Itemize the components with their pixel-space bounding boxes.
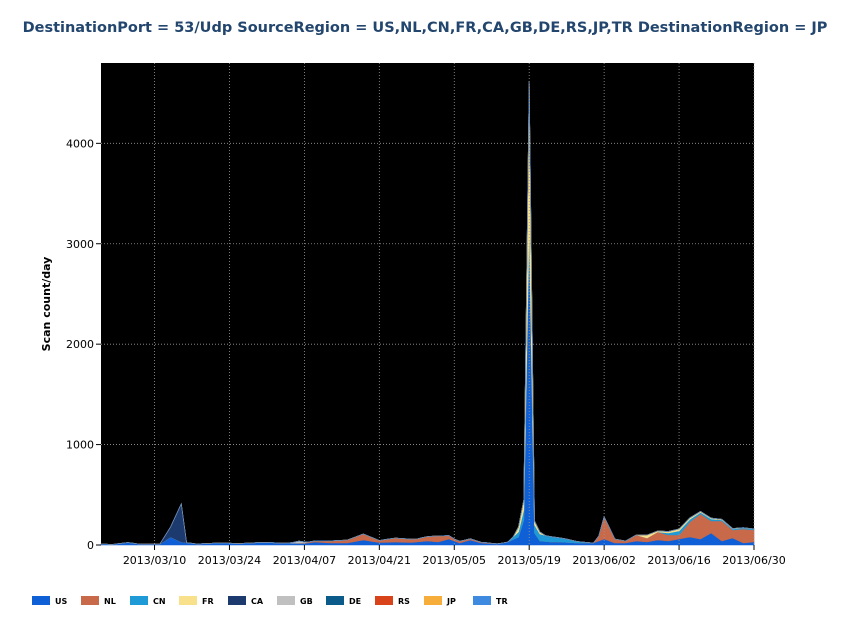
legend-label-ca: CA	[251, 597, 264, 606]
legend: US NL CN FR CA GB DE RS JP TR	[32, 596, 508, 606]
x-tick-label: 2013/06/02	[572, 554, 635, 567]
legend-label-cn: CN	[153, 597, 166, 606]
legend-label-jp: JP	[446, 597, 456, 606]
chart-svg: 01000200030004000 2013/03/10 2013/03/24 20…	[32, 63, 786, 606]
legend-label-tr: TR	[496, 597, 508, 606]
x-tick-label: 2013/05/05	[423, 554, 486, 567]
legend-swatch-jp	[424, 596, 442, 605]
legend-label-nl: NL	[104, 597, 116, 606]
y-tick-label: 4000	[66, 137, 94, 150]
y-axis-ticks: 0 1000 2000 3000 4000	[66, 137, 101, 552]
x-tick-label: 2013/05/19	[497, 554, 560, 567]
legend-swatch-us	[32, 596, 50, 605]
y-tick-label: 1000	[66, 439, 94, 452]
legend-swatch-ca	[228, 596, 246, 605]
x-tick-label: 2013/03/10	[123, 554, 186, 567]
x-tick-label: 2013/04/07	[273, 554, 336, 567]
x-tick-label: 2013/06/30	[722, 554, 785, 567]
y-tick-label: 2000	[66, 338, 94, 351]
y-axis-label: Scan count/day	[40, 257, 53, 352]
legend-label-rs: RS	[398, 597, 410, 606]
legend-swatch-rs	[375, 596, 393, 605]
x-tick-label: 2013/06/16	[647, 554, 710, 567]
legend-label-us: US	[55, 597, 67, 606]
plot-background	[101, 63, 754, 545]
legend-swatch-cn	[130, 596, 148, 605]
legend-swatch-fr	[179, 596, 197, 605]
y-tick-label: 0	[87, 539, 94, 552]
legend-swatch-gb	[277, 596, 295, 605]
legend-label-gb: GB	[300, 597, 313, 606]
y-tick-label: 3000	[66, 238, 94, 251]
x-axis-ticks: 2013/03/10 2013/03/24 2013/04/07 2013/04/21…	[123, 545, 786, 567]
legend-swatch-de	[326, 596, 344, 605]
x-tick-label: 2013/03/24	[198, 554, 261, 567]
legend-swatch-tr	[473, 596, 491, 605]
legend-label-de: DE	[349, 597, 361, 606]
legend-label-fr: FR	[202, 597, 214, 606]
legend-swatch-nl	[81, 596, 99, 605]
x-tick-label: 2013/04/21	[348, 554, 411, 567]
